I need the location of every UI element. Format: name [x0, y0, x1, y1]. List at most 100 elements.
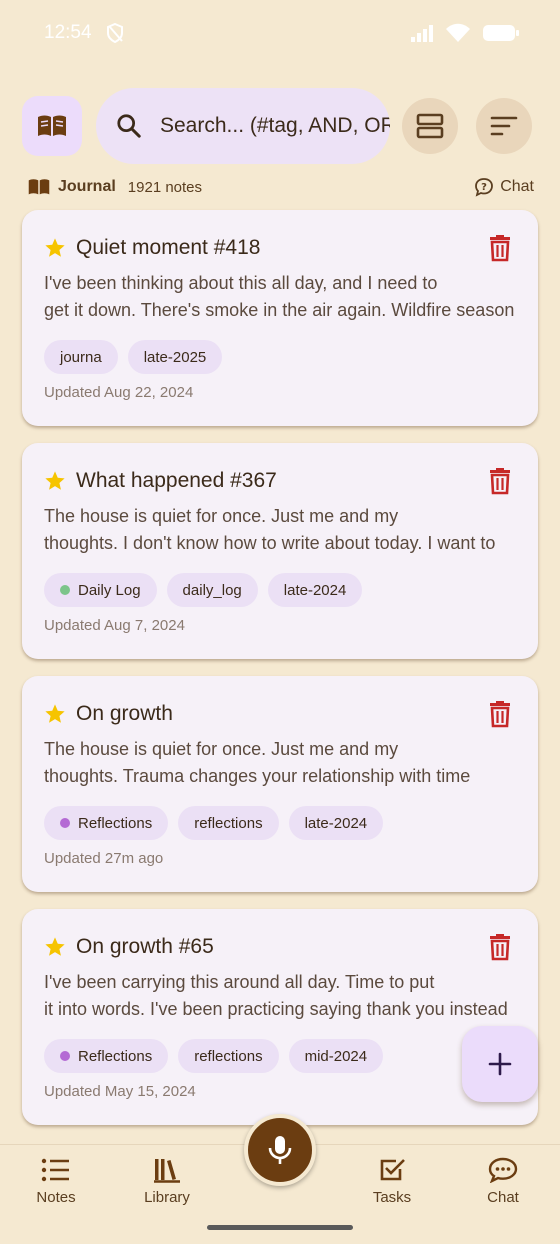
tag-color-dot: [60, 585, 70, 595]
notes-list: Quiet moment #418 I've been thinking abo…: [22, 210, 538, 1142]
plus-icon: [488, 1052, 512, 1076]
tag-label: late-2024: [304, 814, 368, 832]
note-preview-line: I've been thinking about this all day, a…: [44, 273, 438, 293]
chat-link-label: Chat: [500, 178, 534, 195]
list-icon: [41, 1158, 69, 1182]
tag-chip[interactable]: Reflections: [44, 806, 169, 840]
delete-icon[interactable]: [486, 933, 514, 961]
note-preview-line: thoughts. Trauma changes your relationsh…: [44, 766, 471, 786]
star-icon[interactable]: [44, 470, 66, 492]
chat-bubble-icon: [488, 1157, 518, 1183]
tag-list: Reflections reflections mid-2024: [44, 1039, 516, 1073]
delete-icon[interactable]: [486, 700, 514, 728]
star-icon[interactable]: [44, 936, 66, 958]
tag-chip[interactable]: late-2024: [288, 806, 384, 840]
tag-label: mid-2024: [304, 1047, 368, 1065]
wifi-icon: [446, 23, 470, 42]
svg-text:?: ?: [481, 182, 487, 193]
library-icon: [154, 1159, 180, 1183]
home-indicator[interactable]: [207, 1225, 353, 1230]
delete-icon[interactable]: [486, 467, 514, 495]
vpn-shield-icon: [106, 23, 123, 43]
tag-chip[interactable]: journa: [44, 340, 118, 374]
note-preview-line: thoughts. I don't know how to write abou…: [44, 533, 496, 553]
view-agenda-icon: [416, 113, 444, 139]
tag-chip[interactable]: reflections: [178, 806, 279, 840]
cell-signal-icon: [411, 25, 433, 42]
tag-chip[interactable]: Reflections: [44, 1039, 169, 1073]
checkbox-icon: [380, 1159, 405, 1181]
note-card[interactable]: What happened #367 The house is quiet fo…: [22, 443, 538, 659]
nav-tasks[interactable]: Tasks: [347, 1157, 437, 1206]
nav-library-label: Library: [144, 1189, 190, 1206]
journal-name: Journal: [58, 178, 116, 195]
book-open-icon: [38, 115, 66, 136]
tag-chip[interactable]: daily_log: [166, 573, 258, 607]
note-preview: I've been thinking about this all day, a…: [44, 270, 516, 324]
star-icon[interactable]: [44, 703, 66, 725]
note-updated: Updated Aug 7, 2024: [44, 617, 185, 634]
tag-label: late-2025: [143, 348, 207, 366]
journal-chat-link[interactable]: ? Chat: [474, 177, 534, 197]
nav-chat-label: Chat: [487, 1189, 519, 1206]
journal-switcher-button[interactable]: [22, 96, 82, 156]
tag-label: daily_log: [182, 581, 242, 599]
note-preview: The house is quiet for once. Just me and…: [44, 503, 516, 557]
battery-icon: [483, 25, 519, 41]
journal-info-row: Journal 1921 notes ? Chat: [28, 174, 534, 200]
voice-record-button[interactable]: [244, 1114, 316, 1186]
tag-color-dot: [60, 818, 70, 828]
tag-label: late-2024: [283, 581, 347, 599]
note-updated: Updated May 15, 2024: [44, 1083, 196, 1100]
status-bar: 12:54: [0, 0, 560, 66]
nav-tasks-label: Tasks: [372, 1189, 412, 1206]
nav-library[interactable]: Library: [122, 1157, 212, 1206]
note-preview-line: get it down. There's smoke in the air ag…: [44, 300, 515, 320]
tag-label: journa: [60, 348, 102, 366]
note-card[interactable]: On growth #65 I've been carrying this ar…: [22, 909, 538, 1125]
tag-list: Reflections reflections late-2024: [44, 806, 516, 840]
tag-list: Daily Log daily_log late-2024: [44, 573, 516, 607]
search-input[interactable]: [160, 114, 390, 138]
note-preview-line: The house is quiet for once. Just me and…: [44, 739, 399, 759]
note-updated: Updated 27m ago: [44, 850, 164, 867]
tag-chip[interactable]: late-2025: [127, 340, 223, 374]
view-toggle-button[interactable]: [402, 98, 458, 154]
note-preview-line: it into words. I've been practicing sayi…: [44, 999, 508, 1019]
star-icon[interactable]: [44, 237, 66, 259]
nav-notes[interactable]: Notes: [11, 1157, 101, 1206]
tag-color-dot: [60, 1051, 70, 1061]
tag-label: reflections: [194, 814, 263, 832]
note-count: 1921 notes: [127, 178, 203, 196]
note-title: Quiet moment #418: [76, 236, 261, 259]
nav-notes-label: Notes: [36, 1189, 76, 1206]
chat-help-icon: ?: [475, 178, 494, 197]
note-preview-line: The house is quiet for once. Just me and…: [44, 506, 399, 526]
journal-book-icon: [28, 179, 50, 195]
tag-chip[interactable]: reflections: [178, 1039, 279, 1073]
note-preview: The house is quiet for once. Just me and…: [44, 736, 516, 790]
tag-label: Reflections: [78, 814, 153, 832]
note-title: On growth #65: [76, 935, 214, 958]
tag-chip[interactable]: Daily Log: [44, 573, 157, 607]
search-bar[interactable]: [96, 88, 390, 164]
note-updated: Updated Aug 22, 2024: [44, 384, 194, 401]
tag-list: journa late-2025: [44, 340, 516, 374]
nav-chat[interactable]: Chat: [458, 1157, 548, 1206]
note-card[interactable]: On growth The house is quiet for once. J…: [22, 676, 538, 892]
top-bar: [22, 88, 538, 164]
tag-chip[interactable]: late-2024: [267, 573, 363, 607]
note-title: What happened #367: [76, 469, 277, 492]
note-title: On growth: [76, 702, 173, 725]
delete-icon[interactable]: [486, 234, 514, 262]
tag-label: reflections: [194, 1047, 263, 1065]
microphone-icon: [268, 1136, 292, 1164]
note-card[interactable]: Quiet moment #418 I've been thinking abo…: [22, 210, 538, 426]
note-preview: I've been carrying this around all day. …: [44, 969, 516, 1023]
sort-button[interactable]: [476, 98, 532, 154]
add-note-button[interactable]: [462, 1026, 538, 1102]
tag-chip[interactable]: mid-2024: [288, 1039, 384, 1073]
tag-label: Daily Log: [78, 581, 141, 599]
note-preview-line: I've been carrying this around all day. …: [44, 972, 435, 992]
sort-icon: [490, 116, 518, 136]
